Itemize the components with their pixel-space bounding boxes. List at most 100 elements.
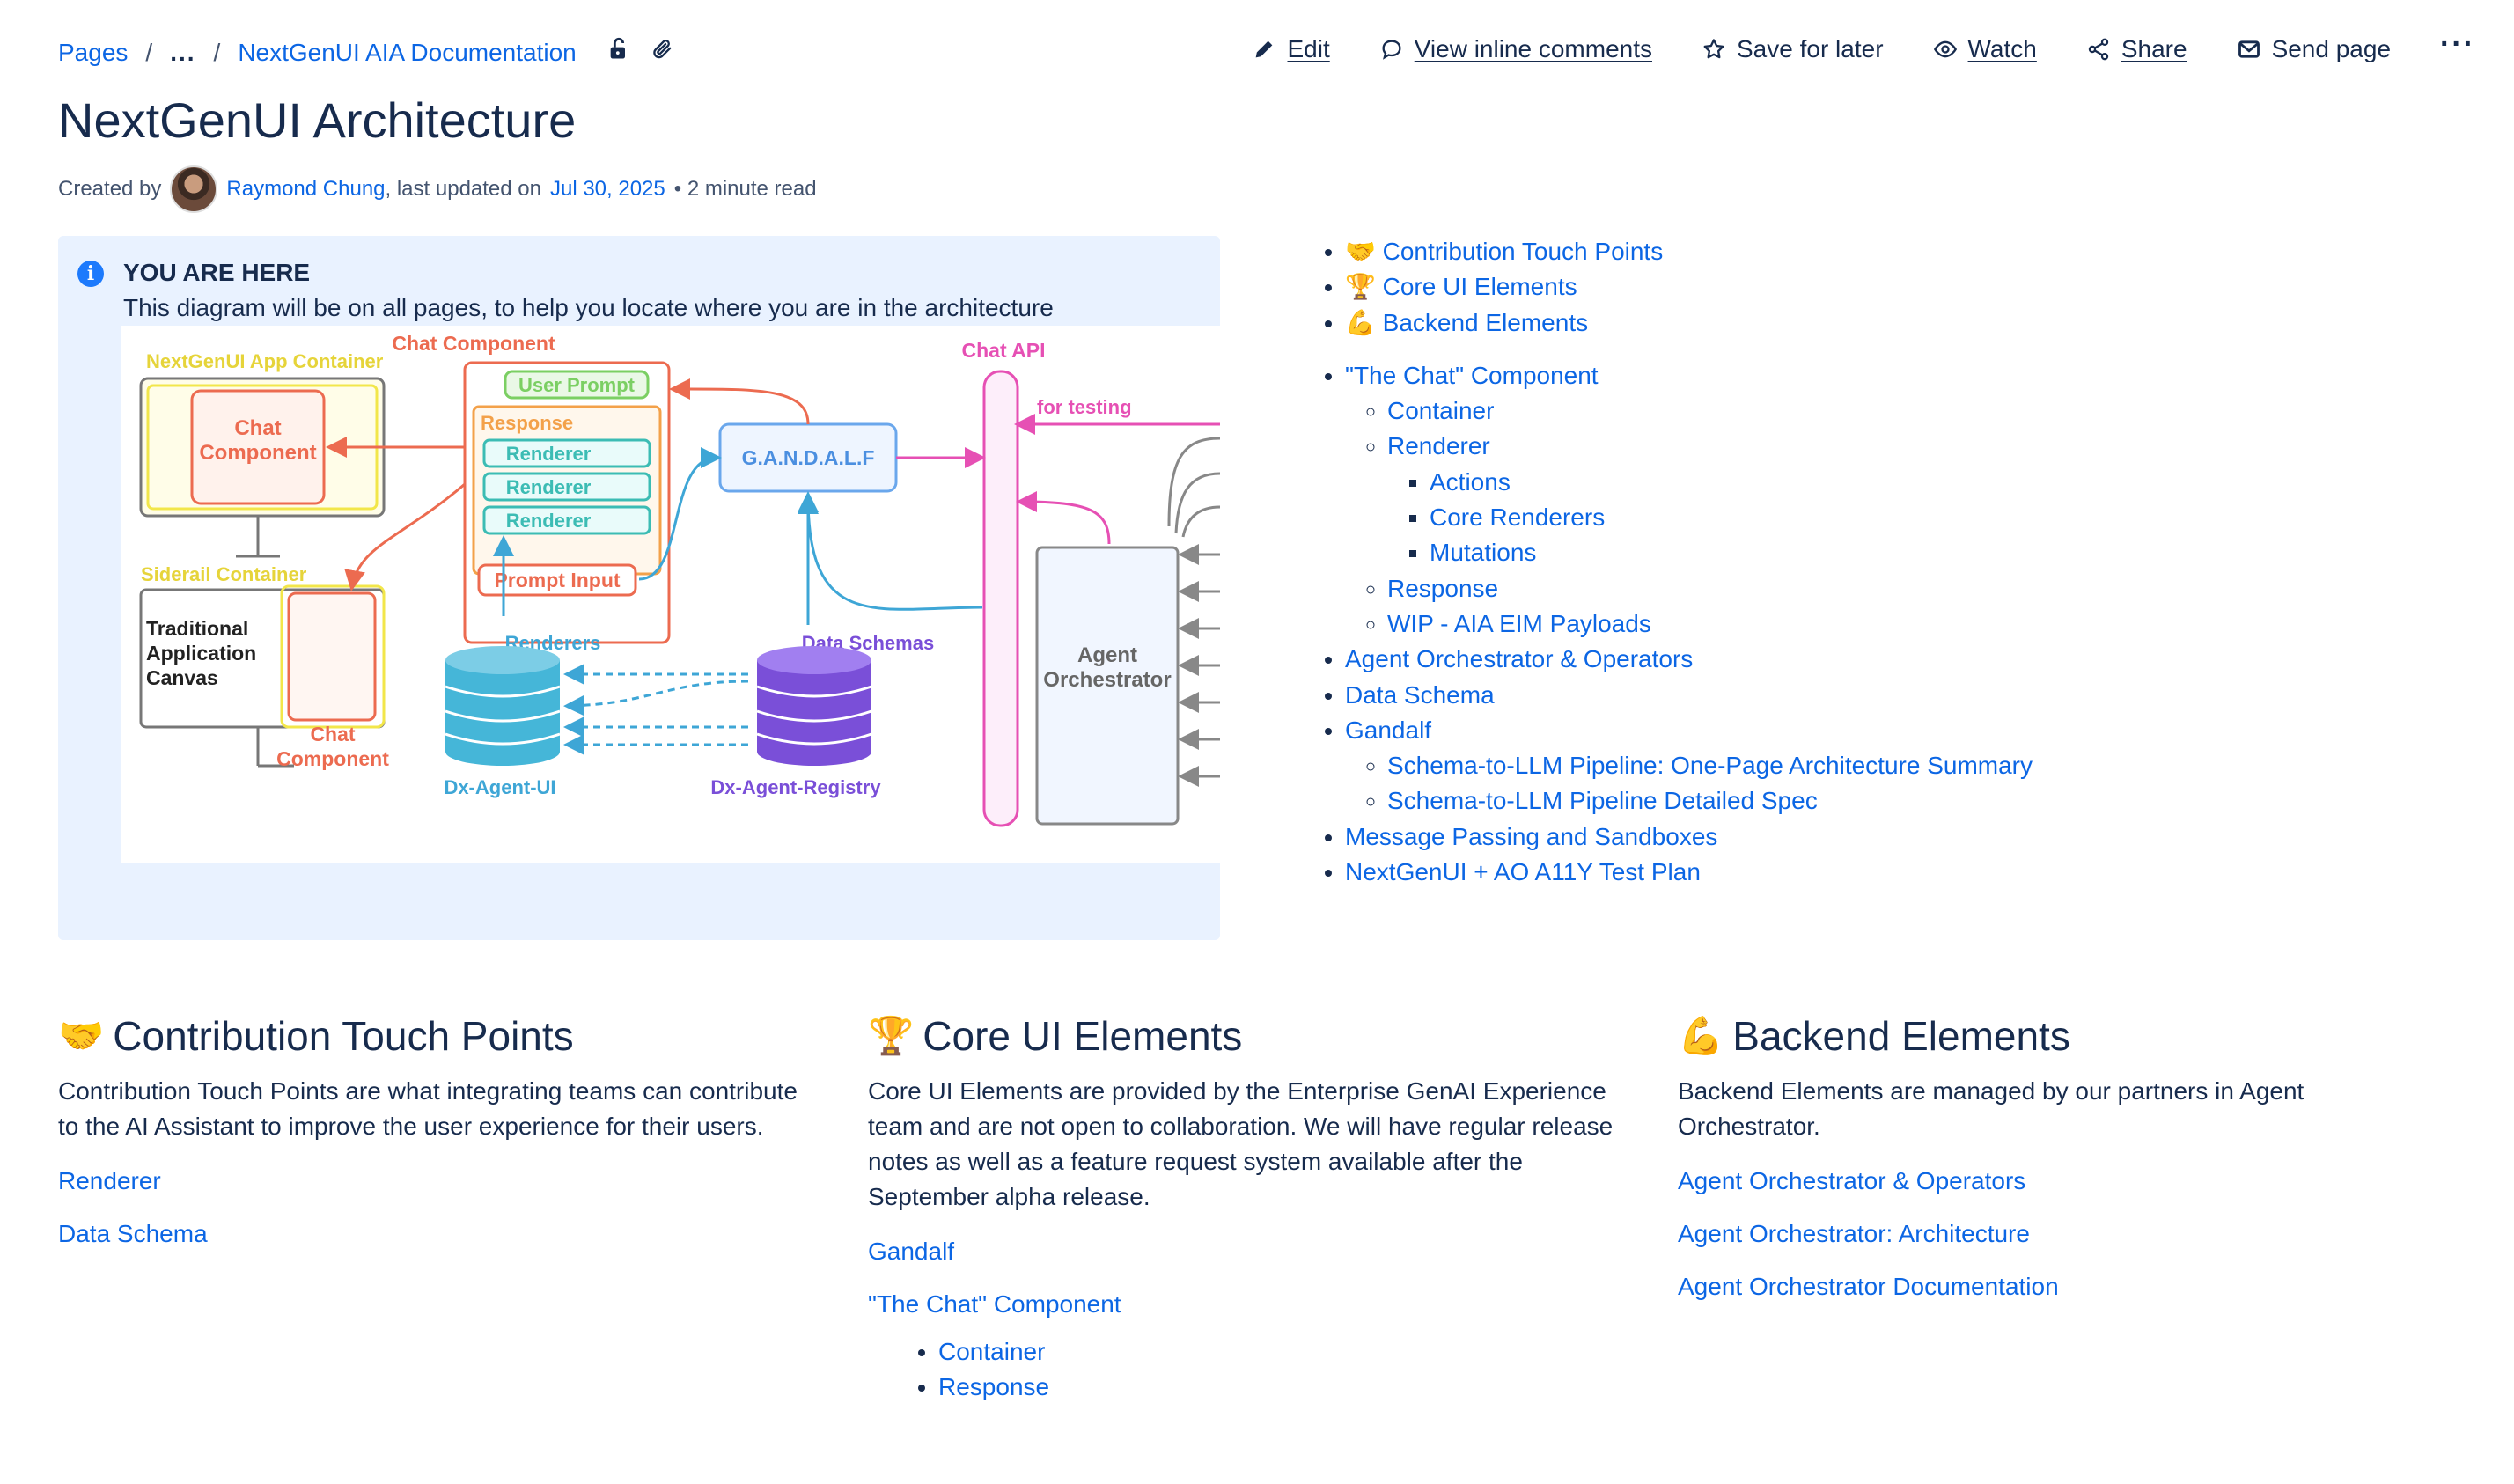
more-actions-button[interactable]: ··· <box>2440 27 2475 62</box>
breadcrumb: Pages / ... / NextGenUI AIA Documentatio… <box>58 37 675 68</box>
section-body: Backend Elements are managed by our part… <box>1678 1077 2304 1140</box>
updated-date-link[interactable]: Jul 30, 2025 <box>550 177 665 202</box>
save-for-later-label: Save for later <box>1737 35 1884 62</box>
agent-orchestrator-architecture-link[interactable]: Agent Orchestrator: Architecture <box>1678 1216 2435 1252</box>
toc-item[interactable]: Schema-to-LLM Pipeline Detailed Spec <box>1387 783 2033 819</box>
toc-item[interactable]: 🏆 Core UI Elements <box>1345 269 2033 305</box>
toc-item[interactable]: Container <box>1387 393 2033 429</box>
contribution-section: 🤝 Contribution Touch Points Contribution… <box>58 1012 815 1269</box>
view-inline-comments-button[interactable]: View inline comments <box>1379 35 1652 63</box>
chat-component-text: Component <box>276 747 389 770</box>
architecture-diagram[interactable]: NextGenUI App Container Chat Component C… <box>121 326 1220 863</box>
siderail-label: Siderail Container <box>141 563 307 585</box>
prompt-input-label: Prompt Input <box>494 569 620 591</box>
renderer-label: Renderer <box>506 510 592 532</box>
panel-heading: YOU ARE HERE <box>123 259 311 286</box>
section-heading: 🏆 Core UI Elements <box>868 1013 1243 1059</box>
data-schema-link[interactable]: Data Schema <box>58 1216 815 1252</box>
toc-item[interactable]: 💪 Backend Elements <box>1345 305 2033 341</box>
renderer-label: Renderer <box>506 443 592 465</box>
backend-section: 💪 Backend Elements Backend Elements are … <box>1678 1012 2435 1322</box>
toc-item[interactable]: Renderer Actions Core Renderers Mutation… <box>1387 429 2033 570</box>
toc-item[interactable]: 🤝 Contribution Touch Points <box>1345 234 2033 269</box>
send-page-button[interactable]: Send page <box>2237 35 2391 63</box>
list-item[interactable]: Container <box>938 1334 1625 1370</box>
view-inline-comments-label: View inline comments <box>1414 35 1652 62</box>
chat-api-label: Chat API <box>962 339 1046 362</box>
dx-agent-registry-label: Dx-Agent-Registry <box>710 776 881 798</box>
pencil-icon <box>1256 40 1273 58</box>
unlock-icon[interactable] <box>606 37 631 68</box>
traditional-canvas-label: Canvas <box>146 666 218 689</box>
agent-orchestrator-documentation-link[interactable]: Agent Orchestrator Documentation <box>1678 1269 2435 1304</box>
toc-item[interactable]: Core Renderers <box>1430 500 2033 535</box>
for-testing-label: for testing <box>1037 396 1132 418</box>
breadcrumb-current-link[interactable]: NextGenUI AIA Documentation <box>238 39 576 67</box>
dx-agent-ui-label: Dx-Agent-UI <box>444 776 555 798</box>
siderail-chat-box <box>287 591 377 722</box>
renderer-label: Renderer <box>506 476 592 498</box>
section-heading: 🤝 Contribution Touch Points <box>58 1013 574 1059</box>
share-label: Share <box>2121 35 2187 62</box>
chat-component-link[interactable]: "The Chat" Component <box>868 1287 1625 1322</box>
section-body: Contribution Touch Points are what integ… <box>58 1077 798 1140</box>
share-button[interactable]: Share <box>2086 35 2187 63</box>
chat-component-text: Component <box>199 441 316 465</box>
watch-label: Watch <box>1967 35 2037 62</box>
star-icon <box>1703 39 1724 59</box>
page-actions: Edit View inline comments Save for later… <box>1252 27 2475 63</box>
toc-item[interactable]: NextGenUI + AO A11Y Test Plan <box>1345 855 2033 890</box>
send-page-label: Send page <box>2271 35 2392 62</box>
dx-agent-ui-database-icon <box>445 646 561 766</box>
response-label: Response <box>481 412 573 434</box>
page-byline: Created by Raymond Chung , last updated … <box>58 165 817 213</box>
breadcrumb-separator: / <box>213 38 221 66</box>
avatar[interactable] <box>170 165 218 213</box>
panel-text: This diagram will be on all pages, to he… <box>123 294 1054 321</box>
traditional-canvas-label: Application <box>146 642 256 665</box>
created-by-label: Created by <box>58 177 162 201</box>
eye-icon <box>1933 40 1957 58</box>
toc-item[interactable]: Message Passing and Sandboxes <box>1345 819 2033 855</box>
watch-button[interactable]: Watch <box>1933 35 2037 63</box>
author-link[interactable]: Raymond Chung <box>226 177 385 202</box>
agent-orchestrator-operators-link[interactable]: Agent Orchestrator & Operators <box>1678 1164 2435 1199</box>
toc-item[interactable]: Response <box>1387 571 2033 606</box>
share-icon <box>2088 38 2109 61</box>
table-of-contents: 🤝 Contribution Touch Points 🏆 Core UI El… <box>1317 234 2033 890</box>
chat-component-text: Chat <box>234 416 281 440</box>
gandalf-label: G.A.N.D.A.L.F <box>742 446 875 469</box>
toc-item[interactable]: WIP - AIA EIM Payloads <box>1387 606 2033 642</box>
read-time: • 2 minute read <box>673 177 817 201</box>
breadcrumb-ellipsis-button[interactable]: ... <box>170 39 195 67</box>
edit-button[interactable]: Edit <box>1252 35 1330 63</box>
toc-item[interactable]: Gandalf Schema-to-LLM Pipeline: One-Page… <box>1345 713 2033 819</box>
info-icon: i <box>77 261 104 287</box>
breadcrumb-pages-link[interactable]: Pages <box>58 39 128 67</box>
last-updated-label: , last updated on <box>385 177 541 201</box>
toc-item[interactable]: Mutations <box>1430 535 2033 570</box>
list-item[interactable]: Response <box>938 1370 1625 1405</box>
renderer-link[interactable]: Renderer <box>58 1164 815 1199</box>
handshake-icon: 🤝 <box>58 1014 105 1056</box>
toc-item[interactable]: Schema-to-LLM Pipeline: One-Page Archite… <box>1387 748 2033 783</box>
save-for-later-button[interactable]: Save for later <box>1702 35 1884 63</box>
edit-label: Edit <box>1287 35 1330 62</box>
toc-item[interactable]: Agent Orchestrator & Operators <box>1345 642 2033 677</box>
breadcrumb-separator: / <box>145 38 153 66</box>
dx-agent-registry-database-icon <box>756 646 872 766</box>
comment-icon <box>1382 40 1401 60</box>
mail-icon <box>2238 40 2260 58</box>
gandalf-link[interactable]: Gandalf <box>868 1234 1625 1269</box>
section-heading: 💪 Backend Elements <box>1678 1013 2070 1059</box>
core-ui-section: 🏆 Core UI Elements Core UI Elements are … <box>868 1012 1625 1405</box>
toc-item[interactable]: "The Chat" Component Container Renderer … <box>1345 358 2033 642</box>
user-prompt-label: User Prompt <box>518 374 636 396</box>
toc-item[interactable]: Data Schema <box>1345 678 2033 713</box>
agent-orchestrator-label: Agent <box>1077 643 1137 667</box>
traditional-canvas-label: Traditional <box>146 617 248 640</box>
agent-orchestrator-label: Orchestrator <box>1043 668 1171 692</box>
toc-item[interactable]: Actions <box>1430 465 2033 500</box>
app-container-label: NextGenUI App Container <box>146 350 384 372</box>
attachment-icon[interactable] <box>651 37 675 68</box>
